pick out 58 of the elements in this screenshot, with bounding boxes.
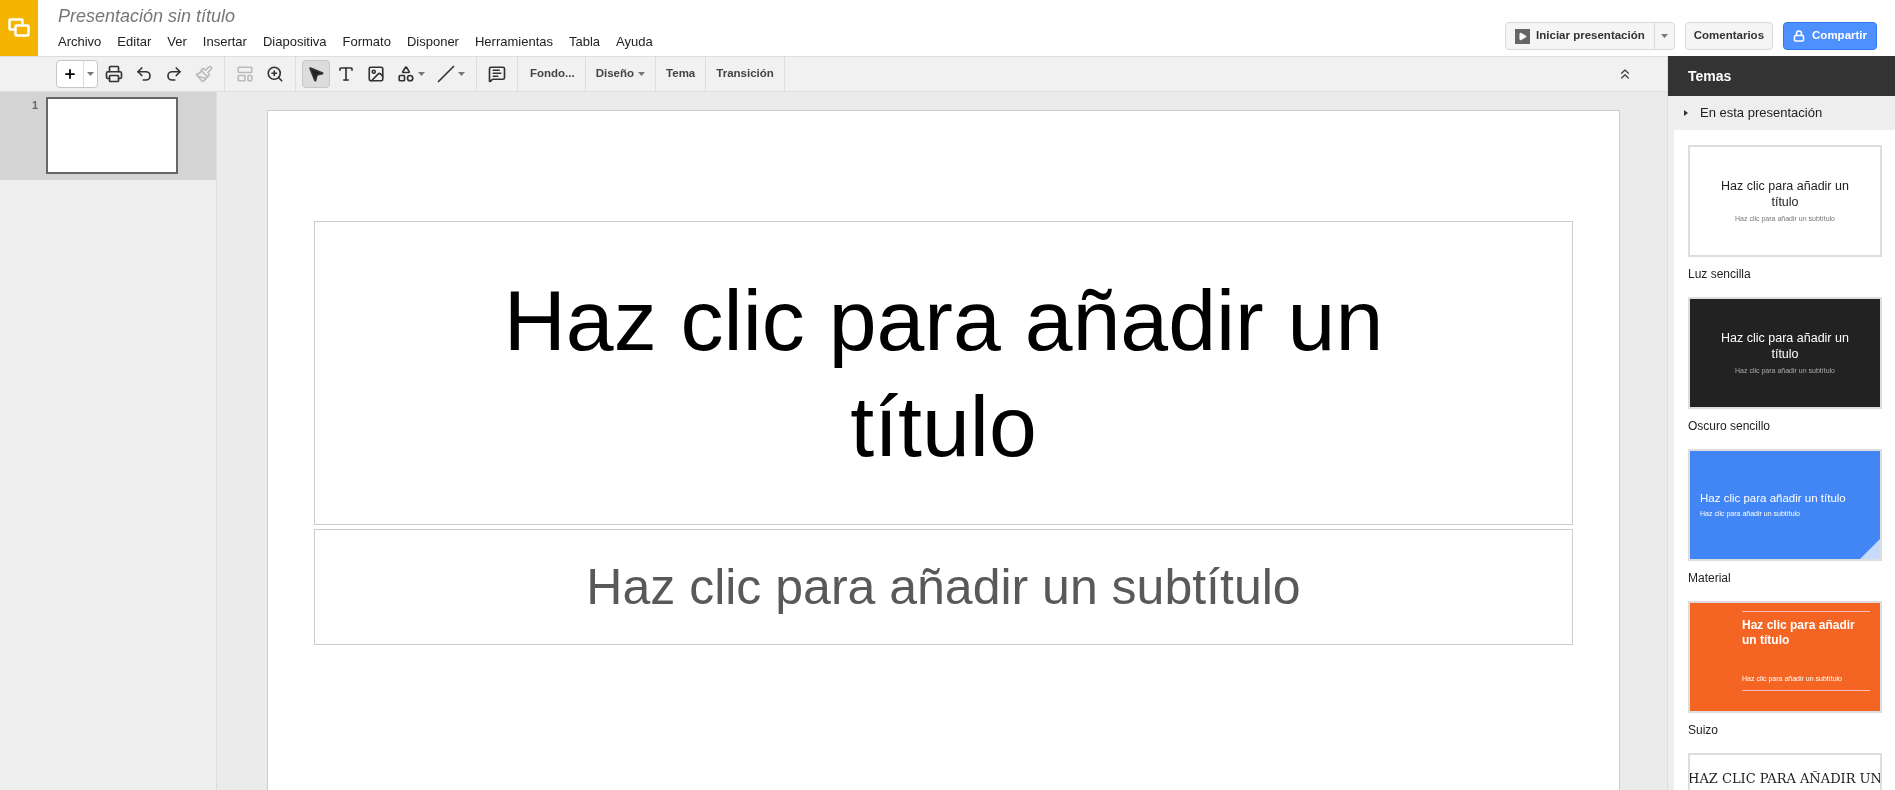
theme-name: Material <box>1688 570 1732 587</box>
caret-icon <box>458 72 465 76</box>
menu-item[interactable]: Formato <box>334 32 399 52</box>
theme-title: Haz clic para añadir un título <box>1720 177 1850 210</box>
print-icon <box>105 65 123 83</box>
shapes-icon <box>397 65 415 83</box>
theme-title: Haz clic para añadir un título <box>1700 490 1846 506</box>
subtitle-placeholder[interactable]: Haz clic para añadir un subtítulo <box>314 529 1573 645</box>
expand-arrow-icon <box>1684 110 1688 116</box>
text-box-icon <box>337 65 355 83</box>
undo-icon <box>135 65 153 83</box>
slides-logo-icon <box>8 18 30 38</box>
menu-item[interactable]: Editar <box>109 32 160 52</box>
toolbar-button[interactable]: Transición <box>710 60 780 88</box>
section-toggle[interactable]: En esta presentación <box>1668 96 1895 130</box>
theme-name: Luz sencilla <box>1688 266 1752 283</box>
title-placeholder[interactable]: Haz clic para añadir un título <box>314 221 1573 525</box>
comment-icon <box>488 65 506 83</box>
slide-thumbnail[interactable] <box>46 97 178 174</box>
plus-icon <box>63 67 77 81</box>
paint-roller-icon <box>195 65 213 83</box>
theme-name: Oscuro sencillo <box>1688 418 1772 435</box>
menu-item[interactable]: Disponer <box>398 32 467 52</box>
select-tool-button[interactable] <box>302 60 330 88</box>
caret-icon <box>87 72 94 76</box>
section-label: En esta presentación <box>1700 104 1823 123</box>
menu-item[interactable]: Archivo <box>56 32 110 52</box>
pointer-icon <box>307 65 325 83</box>
redo-icon <box>165 65 183 83</box>
document-title[interactable]: Presentación sin título <box>58 4 661 28</box>
image-icon <box>367 65 385 83</box>
menu-item[interactable]: Herramientas <box>466 32 561 52</box>
zoom-icon <box>266 65 284 83</box>
menu-item[interactable]: Insertar <box>194 32 255 52</box>
caret-icon <box>1660 34 1668 38</box>
play-icon <box>1515 28 1531 44</box>
new-slide-button[interactable] <box>56 60 98 88</box>
slide-thumbnail-row[interactable]: 1 <box>0 92 216 180</box>
theme-name: Suizo <box>1688 722 1720 739</box>
menu-item[interactable]: Tabla <box>561 32 609 52</box>
comments-button[interactable]: Comentarios <box>1684 22 1774 50</box>
slide-number: 1 <box>30 98 39 113</box>
dropdown-caret-icon <box>638 72 646 76</box>
toolbar-button[interactable]: Tema <box>660 60 702 88</box>
theme-title: Haz clic para añadir un título <box>1720 329 1850 362</box>
present-button[interactable]: Iniciar presentación <box>1505 22 1675 50</box>
toolbar-button[interactable]: Fondo... <box>524 60 581 88</box>
menu-item[interactable]: Ver <box>159 32 195 52</box>
toolbar-button[interactable]: Diseño <box>589 60 652 88</box>
lock-icon <box>1793 30 1806 42</box>
caret-icon <box>418 72 425 76</box>
menu-item[interactable]: Diapositiva <box>254 32 335 52</box>
panel-title: Temas <box>1688 66 1732 86</box>
menu-item[interactable]: Ayuda <box>608 32 661 52</box>
page-curl-icon <box>1860 539 1880 559</box>
line-icon <box>437 65 455 83</box>
layout-icon <box>236 65 254 83</box>
theme-title: Haz clic para añadir un título <box>1742 618 1856 648</box>
